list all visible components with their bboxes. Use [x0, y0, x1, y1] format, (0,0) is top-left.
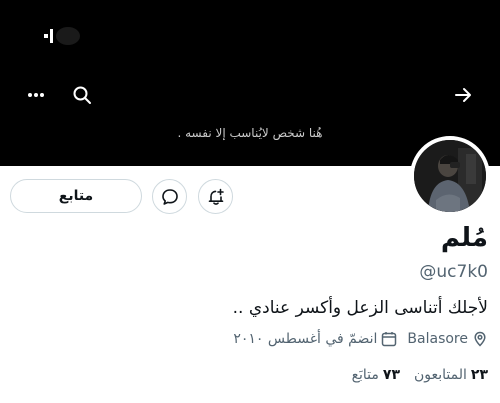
profile-page: هُنا شخص لايُناسب إلا نفسه . متابع مُلم … [0, 0, 500, 403]
message-button[interactable] [152, 179, 187, 214]
joined-text: انضمّ في أغسطس ٢٠١٠ [233, 331, 378, 347]
follow-stats: ٧٣ متابَع ٢٣ المتابعون [352, 367, 488, 383]
profile-bio: لأجلك أتناسى الزعل وأكسر عنادي .. [232, 298, 488, 318]
banner-caption: هُنا شخص لايُناسب إلا نفسه . [177, 126, 323, 140]
location-item: Balasore [407, 331, 488, 347]
bell-plus-icon [208, 188, 224, 205]
followers-label: المتابعون [414, 367, 467, 383]
followers-link[interactable]: ٢٣ المتابعون [414, 367, 488, 383]
profile-meta: Balasore انضمّ في أغسطس ٢٠١٠ [233, 331, 488, 347]
search-icon [73, 86, 91, 104]
more-horizontal-icon [28, 93, 44, 97]
back-button[interactable] [447, 79, 479, 111]
more-button[interactable] [20, 79, 52, 111]
location-pin-icon [474, 331, 486, 347]
calendar-icon [382, 332, 397, 347]
message-bubble-icon [161, 188, 178, 205]
arrow-right-icon [455, 88, 471, 102]
username-handle: @uc7k0 [419, 262, 488, 282]
following-count: ٧٣ [382, 367, 400, 383]
search-button[interactable] [66, 79, 98, 111]
notify-button[interactable] [198, 179, 233, 214]
avatar-image [414, 140, 486, 212]
following-label: متابَع [351, 367, 379, 383]
following-link[interactable]: ٧٣ متابَع [352, 367, 400, 383]
profile-banner: هُنا شخص لايُناسب إلا نفسه . [0, 0, 500, 166]
joined-item: انضمّ في أغسطس ٢٠١٠ [233, 331, 397, 347]
followers-count: ٢٣ [470, 367, 488, 383]
display-name: مُلم [440, 223, 488, 253]
avatar[interactable] [410, 136, 490, 216]
location-text: Balasore [407, 331, 468, 347]
banner-decoration [44, 27, 80, 45]
follow-button[interactable]: متابع [10, 179, 142, 213]
